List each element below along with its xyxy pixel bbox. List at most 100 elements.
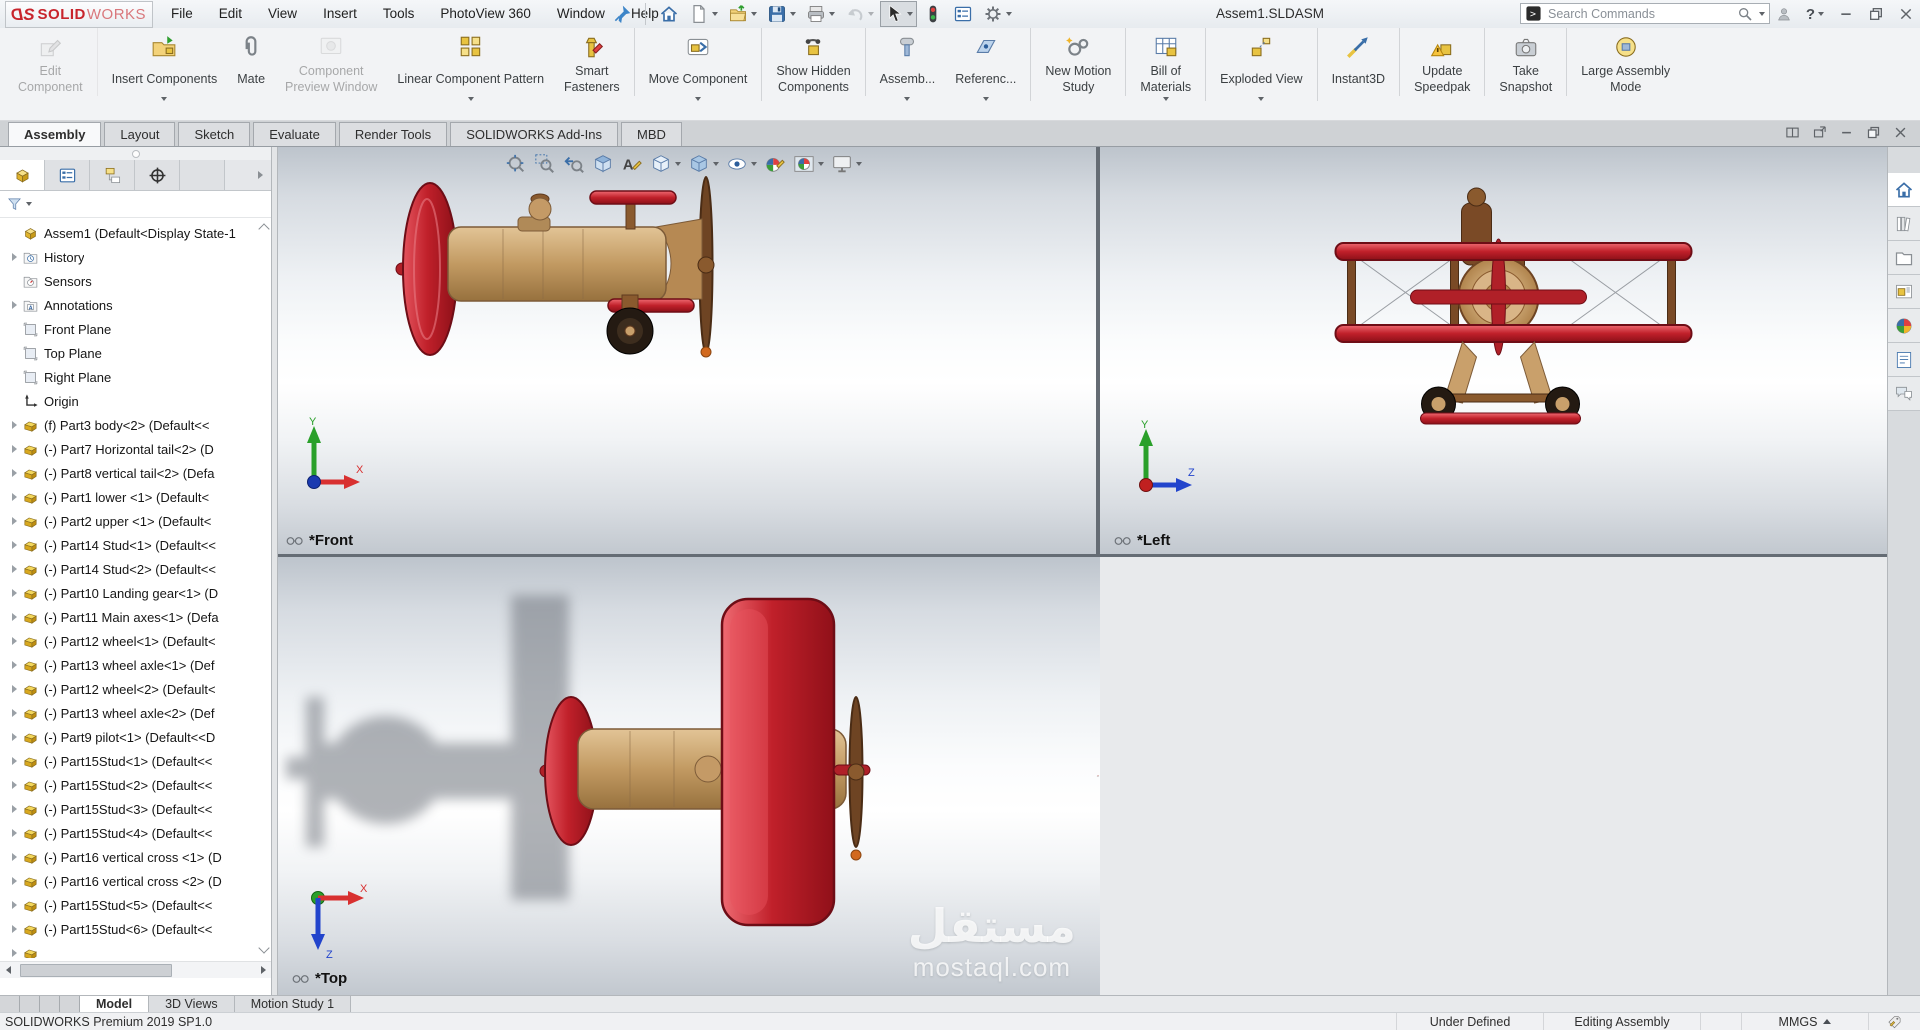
expand-arrow-slot[interactable] <box>6 685 22 693</box>
feature-tree-item[interactable]: (-) Part14 Stud<2> (Default<< <box>0 557 258 581</box>
quick-toolbar-button[interactable] <box>979 1 1016 27</box>
heads-up-button[interactable] <box>621 153 643 175</box>
feature-tree-item[interactable]: (f) Part3 body<2> (Default<< <box>0 413 258 437</box>
quick-toolbar-button[interactable] <box>655 1 683 27</box>
expand-arrow-icon[interactable] <box>11 853 17 861</box>
heads-up-button[interactable] <box>505 153 527 175</box>
viewport-trimetric[interactable]: Y X Z *Trimetric <box>1096 557 1100 995</box>
feature-tree-item[interactable]: (-) Part12 wheel<1> (Default< <box>0 629 258 653</box>
dropdown-arrow-icon[interactable] <box>1162 97 1169 101</box>
tree-scroll-down-icon[interactable] <box>258 942 270 954</box>
expand-arrow-icon[interactable] <box>11 253 17 261</box>
expand-arrow-icon[interactable] <box>11 829 17 837</box>
task-pane-button[interactable] <box>1888 309 1920 343</box>
feature-tree-item[interactable]: (-) Part12 wheel<2> (Default< <box>0 677 258 701</box>
feature-tree-item[interactable]: Annotations <box>0 293 258 317</box>
quick-toolbar-button[interactable] <box>949 1 977 27</box>
dropdown-arrow-icon[interactable] <box>751 162 757 166</box>
heads-up-button[interactable] <box>831 153 862 175</box>
expand-arrow-slot[interactable] <box>6 253 22 261</box>
feature-tree-item[interactable]: (-) Part15Stud<5> (Default<< <box>0 893 258 917</box>
quick-toolbar-button[interactable] <box>802 1 839 27</box>
feature-tree-item[interactable] <box>0 941 258 958</box>
expand-arrow-icon[interactable] <box>11 901 17 909</box>
viewport-left[interactable]: Y Z *Left <box>1100 147 1887 554</box>
dropdown-arrow-icon[interactable] <box>751 12 757 16</box>
heads-up-button[interactable] <box>688 153 719 175</box>
expand-arrow-icon[interactable] <box>11 469 17 477</box>
viewport-front[interactable]: Y X *Front <box>278 147 1096 554</box>
ribbon-button[interactable]: Component Preview Window <box>275 28 387 96</box>
close-window-icon[interactable] <box>1898 6 1914 22</box>
ribbon-button[interactable]: Smart Fasteners <box>554 28 635 96</box>
ribbon-tab[interactable]: Evaluate <box>253 122 336 146</box>
quick-toolbar-button[interactable] <box>880 1 917 27</box>
feature-tree-item[interactable]: (-) Part8 vertical tail<2> (Defa <box>0 461 258 485</box>
expand-arrow-icon[interactable] <box>11 493 17 501</box>
expand-arrow-icon[interactable] <box>11 445 17 453</box>
expand-arrow-slot[interactable] <box>6 949 22 957</box>
expand-arrow-slot[interactable] <box>6 637 22 645</box>
dropdown-arrow-icon[interactable] <box>467 97 474 101</box>
panel-grip[interactable] <box>0 147 271 160</box>
doc-window-control-icon[interactable] <box>1812 125 1827 140</box>
tree-horizontal-scrollbar[interactable] <box>0 961 271 978</box>
dropdown-arrow-icon[interactable] <box>1258 97 1265 101</box>
panel-tab[interactable] <box>135 160 180 190</box>
dropdown-arrow-icon[interactable] <box>675 162 681 166</box>
expand-arrow-icon[interactable] <box>11 733 17 741</box>
expand-arrow-icon[interactable] <box>11 877 17 885</box>
panel-tab[interactable] <box>180 160 225 190</box>
viewport-top[interactable]: X Z *Top مستقل mostaql.com <box>278 557 1096 995</box>
expand-arrow-icon[interactable] <box>11 637 17 645</box>
heads-up-button[interactable] <box>764 153 786 175</box>
filter-dropdown-icon[interactable] <box>26 202 32 206</box>
ribbon-button[interactable]: Bill of Materials <box>1130 28 1207 101</box>
expand-arrow-slot[interactable] <box>6 757 22 765</box>
status-tag-button[interactable] <box>1868 1013 1920 1030</box>
doc-window-control-icon[interactable] <box>1785 125 1800 140</box>
expand-arrow-slot[interactable] <box>6 565 22 573</box>
ribbon-tab[interactable]: Render Tools <box>338 122 448 146</box>
scrollbar-thumb[interactable] <box>20 964 172 977</box>
expand-arrow-slot[interactable] <box>6 853 22 861</box>
expand-arrow-icon[interactable] <box>11 301 17 309</box>
feature-tree-item[interactable]: Front Plane <box>0 317 258 341</box>
feature-tree-item[interactable]: (-) Part15Stud<3> (Default<< <box>0 797 258 821</box>
menu-item[interactable]: Edit <box>206 0 255 28</box>
dropdown-arrow-icon[interactable] <box>1006 12 1012 16</box>
feature-tree-item[interactable]: Top Plane <box>0 341 258 365</box>
expand-arrow-slot[interactable] <box>6 469 22 477</box>
expand-arrow-icon[interactable] <box>11 781 17 789</box>
expand-arrow-slot[interactable] <box>6 709 22 717</box>
menu-item[interactable]: Window <box>544 0 618 28</box>
quick-toolbar-button[interactable] <box>919 1 947 27</box>
dropdown-arrow-icon[interactable] <box>856 162 862 166</box>
dropdown-arrow-icon[interactable] <box>904 97 911 101</box>
search-commands-box[interactable]: Search Commands <box>1520 3 1770 24</box>
help-icon[interactable]: ? <box>1806 6 1815 23</box>
expand-arrow-icon[interactable] <box>11 565 17 573</box>
heads-up-button[interactable] <box>650 153 681 175</box>
doc-window-control-icon[interactable] <box>1839 125 1854 140</box>
expand-arrow-icon[interactable] <box>11 613 17 621</box>
restore-window-icon[interactable] <box>1868 6 1884 22</box>
quick-toolbar-button[interactable] <box>841 1 878 27</box>
status-units-selector[interactable]: MMGS <box>1741 1013 1868 1030</box>
ribbon-button[interactable]: Edit Component <box>8 28 98 96</box>
scroll-right-button[interactable] <box>255 962 271 978</box>
feature-tree-item[interactable]: (-) Part9 pilot<1> (Default<<D <box>0 725 258 749</box>
expand-arrow-slot[interactable] <box>6 877 22 885</box>
magnifier-icon[interactable] <box>1737 6 1753 22</box>
expand-arrow-slot[interactable] <box>6 493 22 501</box>
heads-up-button[interactable] <box>563 153 585 175</box>
scrollbar-track[interactable] <box>16 962 255 978</box>
expand-arrow-icon[interactable] <box>11 685 17 693</box>
tab-scroll-button[interactable] <box>20 996 40 1012</box>
expand-arrow-slot[interactable] <box>6 661 22 669</box>
feature-tree-item[interactable]: (-) Part7 Horizontal tail<2> (D <box>0 437 258 461</box>
dropdown-arrow-icon[interactable] <box>818 162 824 166</box>
dropdown-arrow-icon[interactable] <box>868 12 874 16</box>
ribbon-button[interactable]: Insert Components <box>102 28 228 101</box>
ribbon-button[interactable]: Assemb... <box>870 28 946 101</box>
